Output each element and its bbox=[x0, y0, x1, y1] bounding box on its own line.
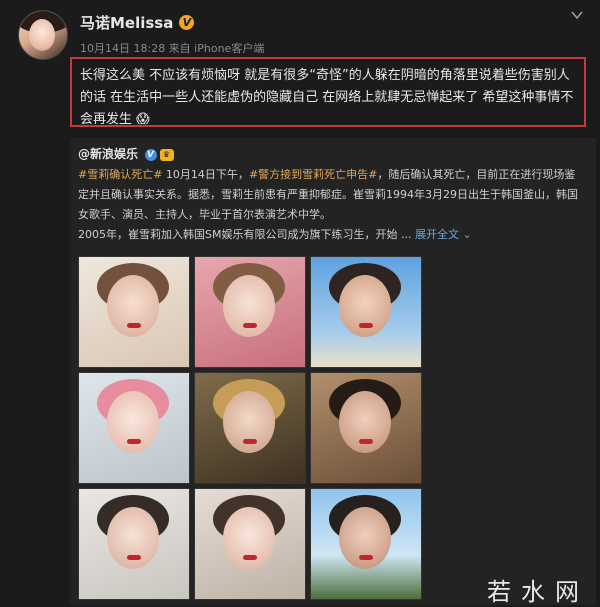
hashtag-1[interactable]: #雪莉确认死亡# bbox=[78, 168, 162, 181]
verified-blue-icon: V bbox=[144, 149, 157, 161]
photo-1[interactable] bbox=[78, 256, 190, 368]
vip-badge-icon: ♛ bbox=[159, 149, 174, 161]
repost-handle[interactable]: @新浪娱乐 bbox=[78, 147, 138, 161]
photo-4[interactable] bbox=[78, 372, 190, 484]
photo-2[interactable] bbox=[194, 256, 306, 368]
repost-part1: 10月14日下午， bbox=[162, 168, 249, 181]
post-author[interactable]: 马诺Melissa V bbox=[80, 12, 195, 33]
repost-part3: 2005年，崔雪莉加入韩国SM娱乐有限公司成为旗下练习生，开始 ... bbox=[78, 228, 412, 241]
repost-card: @新浪娱乐 V ♛ #雪莉确认死亡# 10月14日下午，#警方接到雪莉死亡申告#，… bbox=[70, 138, 596, 605]
photo-7[interactable] bbox=[78, 488, 190, 600]
photo-6[interactable] bbox=[310, 372, 422, 484]
photo-9[interactable] bbox=[310, 488, 422, 600]
photo-5[interactable] bbox=[194, 372, 306, 484]
photo-3[interactable] bbox=[310, 256, 422, 368]
post-text: 长得这么美 不应该有烦恼呀 就是有很多“奇怪”的人躲在阴暗的角落里说着些伤害别人… bbox=[80, 68, 574, 127]
author-name[interactable]: 马诺Melissa bbox=[80, 12, 173, 33]
expand-full-text-link[interactable]: 展开全文 ⌄ bbox=[415, 228, 472, 241]
watermark: 若水网 bbox=[487, 578, 589, 606]
photo-8[interactable] bbox=[194, 488, 306, 600]
repost-text: @新浪娱乐 V ♛ #雪莉确认死亡# 10月14日下午，#警方接到雪莉死亡申告#，… bbox=[78, 144, 583, 245]
post-menu-chevron-icon[interactable] bbox=[570, 8, 584, 22]
hashtag-2[interactable]: #警方接到雪莉死亡申告# bbox=[249, 168, 377, 181]
avatar-face bbox=[29, 19, 55, 51]
post-meta: 10月14日 18:28 来自 iPhone客户端 bbox=[80, 42, 265, 55]
user-avatar[interactable] bbox=[18, 10, 68, 60]
post-text-highlighted: 长得这么美 不应该有烦恼呀 就是有很多“奇怪”的人躲在阴暗的角落里说着些伤害别人… bbox=[70, 57, 586, 127]
verified-badge-icon: V bbox=[179, 15, 195, 30]
